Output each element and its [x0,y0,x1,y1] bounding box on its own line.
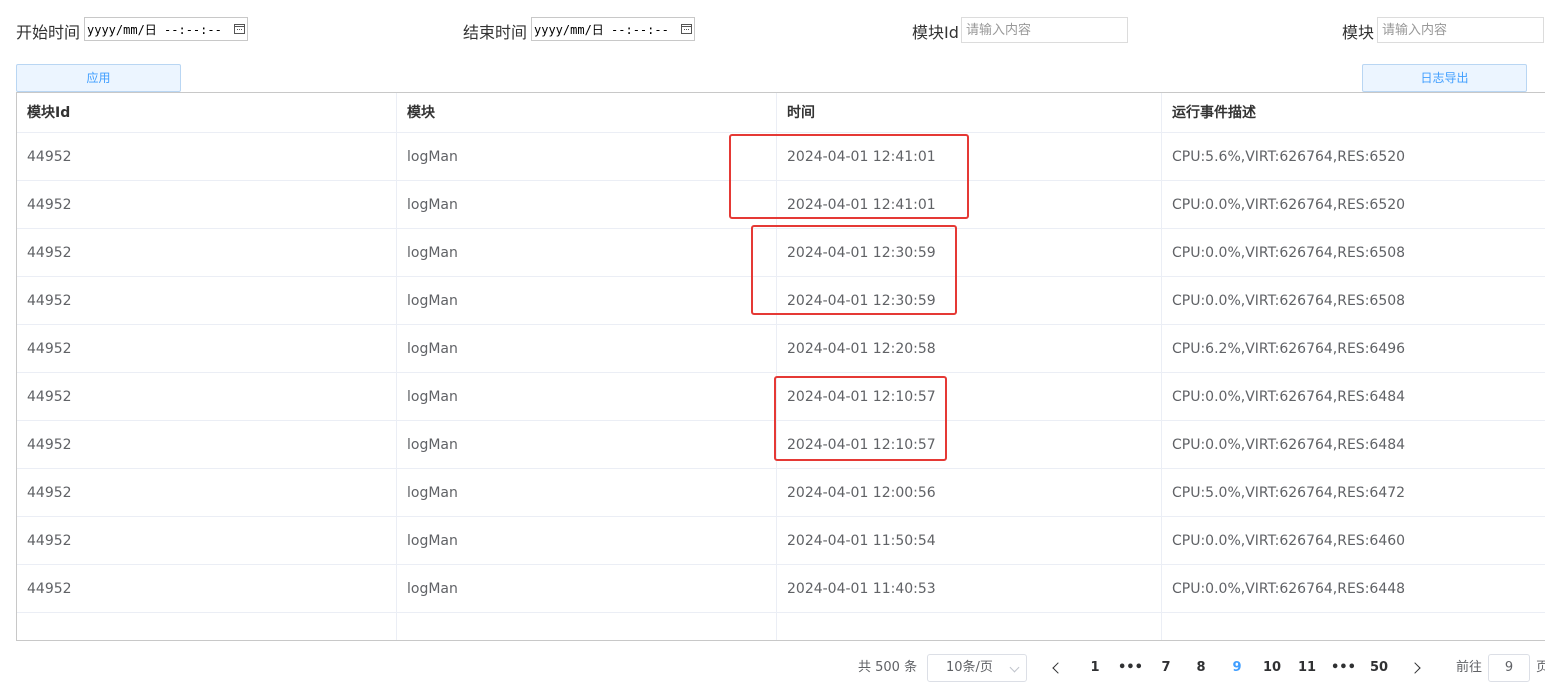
start-time-label: 开始时间 [16,23,81,42]
cell-description: CPU:0.0%,VIRT:626764,RES:6508 [1172,293,1406,309]
chevron-down-icon [1009,662,1020,673]
cell-time: 2024-04-01 12:20:58 [787,341,936,357]
cell-description: CPU:0.0%,VIRT:626764,RES:6508 [1172,245,1406,261]
cell-module: logMan [407,245,458,261]
cell-time: 2024-04-01 12:00:56 [787,485,936,501]
end-time-value: yyyy/mm/日 --:--:-- [534,22,669,37]
cell-module: logMan [407,533,458,549]
cell-description: CPU:0.0%,VIRT:626764,RES:6484 [1172,389,1406,405]
start-time-input[interactable]: yyyy/mm/日 --:--:-- [84,17,248,41]
table-row: 44952 logMan 2024-04-01 12:10:57 CPU:0.0%,V… [17,373,1545,421]
export-log-button[interactable]: 日志导出 [1362,64,1527,92]
cell-description: CPU:6.2%,VIRT:626764,RES:6496 [1172,341,1406,357]
cell-time: 2024-04-01 12:41:01 [787,149,936,165]
cell-description: CPU:0.0%,VIRT:626764,RES:6448 [1172,581,1406,597]
page-9-current[interactable]: 9 [1225,654,1249,682]
end-time-input[interactable]: yyyy/mm/日 --:--:-- [531,17,695,41]
page-ellipsis[interactable]: ••• [1118,654,1143,682]
page-7[interactable]: 7 [1154,654,1178,682]
page-size-value: 10条/页 [946,660,993,675]
page-10[interactable]: 10 [1260,654,1284,682]
cell-description: CPU:5.6%,VIRT:626764,RES:6520 [1172,149,1406,165]
header-description: 运行事件描述 [1172,105,1256,121]
cell-module: logMan [407,437,458,453]
page-suffix: 页 [1536,660,1545,675]
log-table: 模块Id 模块 时间 运行事件描述 44952 logMan 2024-04-01 … [16,92,1545,641]
goto-label: 前往 [1456,660,1483,675]
table-header-row: 模块Id 模块 时间 运行事件描述 [17,93,1545,133]
prev-page-icon[interactable] [1052,662,1064,674]
table-row: 44952 logMan 2024-04-01 12:30:59 CPU:0.0%,V… [17,229,1545,277]
cell-module-id: 44952 [27,149,72,165]
cell-time: 2024-04-01 12:10:57 [787,389,936,405]
cell-module-id: 44952 [27,389,72,405]
page-size-select[interactable]: 10条/页 [927,654,1027,682]
page-1[interactable]: 1 [1083,654,1107,682]
cell-module: logMan [407,197,458,213]
table-row: 44952 logMan 2024-04-01 12:20:58 CPU:6.2%,V… [17,325,1545,373]
page-50[interactable]: 50 [1367,654,1391,682]
cell-module-id: 44952 [27,533,72,549]
table-row: 44952 logMan 2024-04-01 12:10:57 CPU:0.0%,V… [17,421,1545,469]
start-time-value: yyyy/mm/日 --:--:-- [87,22,222,37]
header-module-id: 模块Id [27,105,71,121]
page-ellipsis[interactable]: ••• [1331,654,1356,682]
apply-button[interactable]: 应用 [16,64,181,92]
module-id-label: 模块Id [912,23,959,42]
cell-time: 2024-04-01 12:10:57 [787,437,936,453]
cell-description: CPU:0.0%,VIRT:626764,RES:6484 [1172,437,1406,453]
cell-time: 2024-04-01 12:30:59 [787,245,936,261]
table-row: 44952 logMan 2024-04-01 12:30:59 CPU:0.0%,V… [17,277,1545,325]
cell-time: 2024-04-01 12:41:01 [787,197,936,213]
cell-module: logMan [407,293,458,309]
column-divider [1161,93,1162,640]
module-input[interactable] [1377,17,1544,43]
table-row: 44952 logMan 2024-04-01 11:40:53 CPU:0.0%,V… [17,565,1545,613]
cell-description: CPU:0.0%,VIRT:626764,RES:6460 [1172,533,1406,549]
cell-module-id: 44952 [27,485,72,501]
total-count: 共 500 条 [858,660,918,675]
cell-module-id: 44952 [27,581,72,597]
goto-page-input[interactable]: 9 [1488,654,1530,682]
cell-module: logMan [407,485,458,501]
cell-module-id: 44952 [27,437,72,453]
module-id-input[interactable] [961,17,1128,43]
calendar-icon[interactable] [681,24,692,34]
cell-module: logMan [407,581,458,597]
table-row: 44952 logMan 2024-04-01 12:41:01 CPU:0.0%,V… [17,181,1545,229]
header-module: 模块 [407,105,435,121]
cell-module-id: 44952 [27,293,72,309]
column-divider [776,93,777,640]
cell-module: logMan [407,149,458,165]
page-11[interactable]: 11 [1295,654,1319,682]
page-8[interactable]: 8 [1189,654,1213,682]
cell-time: 2024-04-01 11:50:54 [787,533,936,549]
table-row: 44952 logMan 2024-04-01 11:50:54 CPU:0.0%,V… [17,517,1545,565]
cell-description: CPU:5.0%,VIRT:626764,RES:6472 [1172,485,1406,501]
calendar-icon[interactable] [234,24,245,34]
module-label: 模块 [1342,23,1375,42]
column-divider [396,93,397,640]
cell-time: 2024-04-01 12:30:59 [787,293,936,309]
table-row: 44952 logMan 2024-04-01 12:00:56 CPU:5.0%,V… [17,469,1545,517]
cell-module-id: 44952 [27,341,72,357]
cell-module-id: 44952 [27,197,72,213]
end-time-label: 结束时间 [463,23,528,42]
cell-time: 2024-04-01 11:40:53 [787,581,936,597]
header-time: 时间 [787,105,815,121]
cell-module: logMan [407,389,458,405]
cell-module: logMan [407,341,458,357]
table-row: 44952 logMan 2024-04-01 12:41:01 CPU:5.6%,V… [17,133,1545,181]
cell-description: CPU:0.0%,VIRT:626764,RES:6520 [1172,197,1406,213]
next-page-icon[interactable] [1409,662,1421,674]
cell-module-id: 44952 [27,245,72,261]
